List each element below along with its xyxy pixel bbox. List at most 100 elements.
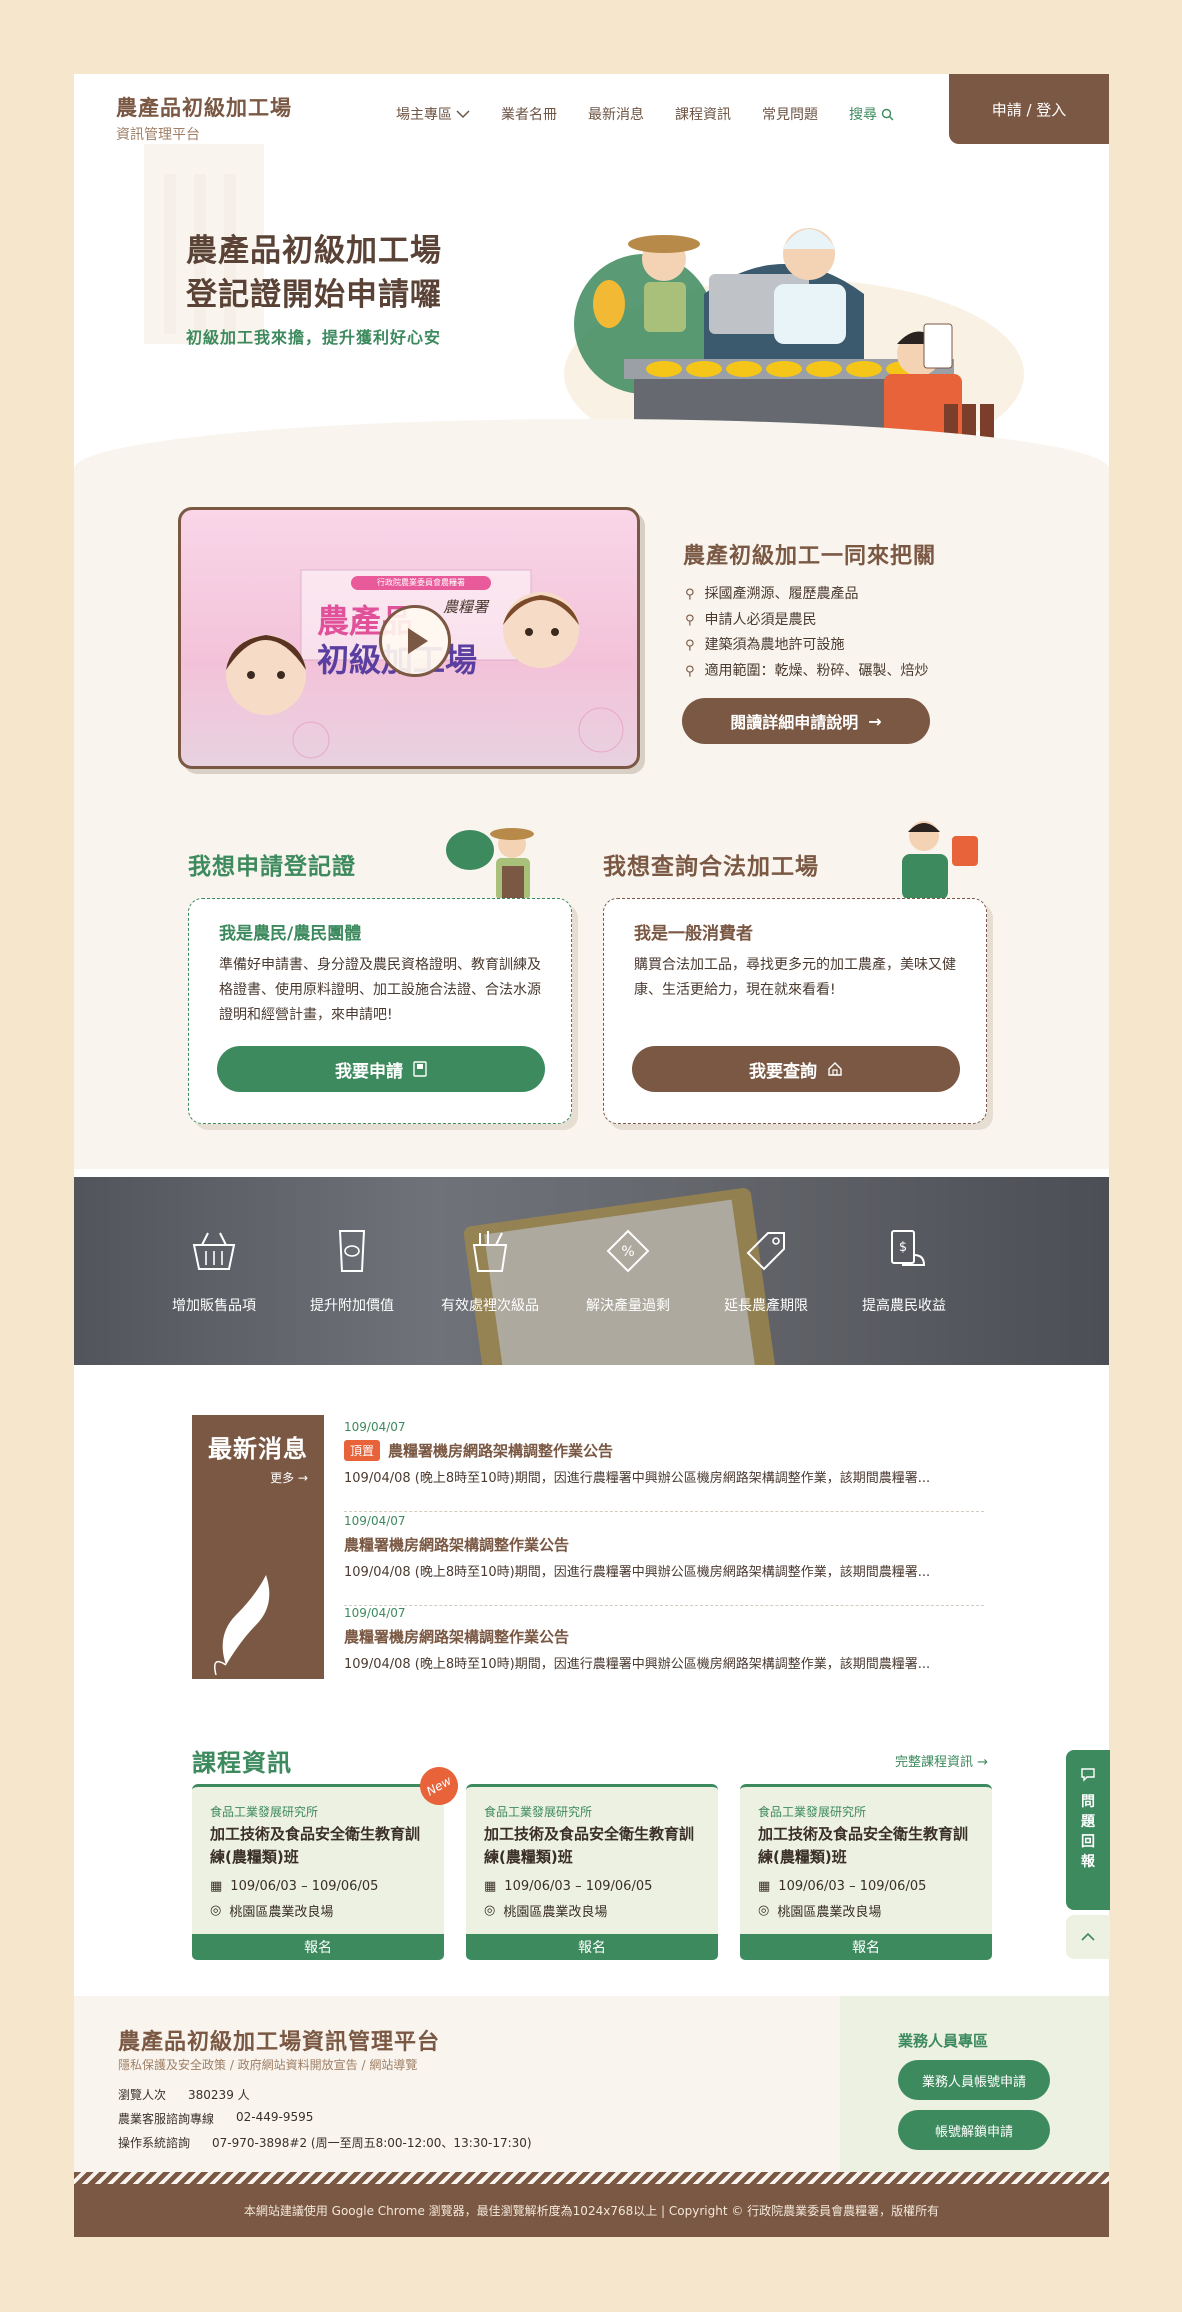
course-date: 109/06/03 – 109/06/05 <box>230 1879 379 1894</box>
logo-title: 農產品初級加工場 <box>116 96 292 120</box>
footer-links[interactable]: 隱私保護及安全政策 / 政府網站資料開放宣告 / 網站導覽 <box>118 2056 417 2073</box>
benefit-label: 增加販售品項 <box>172 1298 256 1314</box>
nav-item-faq[interactable]: 常見問題 <box>762 104 818 124</box>
location-icon: ◎ <box>210 1903 222 1918</box>
info-text: 申請人必須是農民 <box>704 611 817 628</box>
course-place-row: ◎ 桃園區農業改良場 <box>210 1901 333 1920</box>
search-icon <box>881 108 894 120</box>
calendar-icon: ▦ <box>210 1879 223 1894</box>
course-name: 加工技術及食品安全衛生教育訓練(農糧類)班 <box>210 1825 421 1866</box>
news-item[interactable]: 109/04/07 農糧署機房網路架構調整作業公告 109/04/08 (晚上8… <box>344 1604 984 1698</box>
report-issue-button[interactable]: 問 題 回 報 <box>1066 1750 1110 1910</box>
course-card[interactable]: 食品工業發展研究所 加工技術及食品安全衛生教育訓練(農糧類)班 ▦ 109/06/… <box>466 1784 718 1960</box>
home-icon <box>828 1062 842 1076</box>
news-date: 109/04/07 <box>344 1514 406 1528</box>
course-organizer: 食品工業發展研究所 <box>484 1805 593 1819</box>
new-badge: New <box>413 1760 465 1812</box>
benefit-label: 解決產量過剩 <box>586 1298 670 1314</box>
read-details-label: 閱讀詳細申請說明 <box>730 713 859 732</box>
page: 農產品初級加工場 資訊管理平台 場主專區 業者名冊 最新消息 課程資訊 常見問題… <box>74 74 1109 2237</box>
courses-title: 課程資訊 <box>192 1749 292 1777</box>
query-button[interactable]: 我要查詢 <box>632 1046 960 1092</box>
svg-text:%: % <box>621 1244 634 1260</box>
location-icon: ◎ <box>758 1903 770 1918</box>
hotline-label: 農業客服諮詢專線 <box>118 2112 215 2126</box>
register-button[interactable]: 報名 <box>740 1934 992 1960</box>
course-place: 桃園區農業改良場 <box>777 1905 882 1920</box>
play-icon <box>408 628 428 654</box>
query-card-text: 購買合法加工品，尋找更多元的加工農產，美味又健康、生活更給力，現在就來看看! <box>634 957 956 998</box>
chevron-up-icon <box>1081 1932 1095 1941</box>
read-details-button[interactable]: 閱讀詳細申請說明 → <box>682 698 930 744</box>
query-heading: 我想查詢合法加工場 <box>603 854 819 880</box>
intro-video[interactable]: 行政院農業委員會農糧署 農產品 初級加工場 農糧署 <box>178 507 640 769</box>
staff-zone: 業務人員專區 業務人員帳號申請 帳號解鎖申請 <box>840 1996 1109 2172</box>
courses-more-link[interactable]: 完整課程資訊 → <box>895 1751 988 1770</box>
hotline-value: 02-449-9595 <box>236 2110 314 2124</box>
benefit-item: 有效處裡次級品 <box>430 1225 550 1315</box>
register-button[interactable]: 報名 <box>466 1934 718 1960</box>
course-card[interactable]: 食品工業發展研究所 加工技術及食品安全衛生教育訓練(農糧類)班 ▦ 109/06/… <box>740 1784 992 1960</box>
course-card[interactable]: New 食品工業發展研究所 加工技術及食品安全衛生教育訓練(農糧類)班 ▦ 109… <box>192 1760 465 1960</box>
chevron-down-icon <box>456 110 470 119</box>
news-headline: 頂置 農糧署機房網路架構調整作業公告 <box>344 1440 984 1461</box>
news-date: 109/04/07 <box>344 1606 406 1620</box>
support-label: 操作系統諮詢 <box>118 2136 191 2150</box>
location-icon: ◎ <box>484 1903 496 1918</box>
nav-label: 搜尋 <box>849 107 877 123</box>
footer-stripe <box>74 2172 1109 2184</box>
news-title: 最新消息 <box>208 1435 308 1463</box>
nav-label: 場主專區 <box>396 107 452 123</box>
info-list-item: ⚲ 適用範圍：乾燥、粉碎、碾製、焙炒 <box>685 659 929 685</box>
account-unlock-button[interactable]: 帳號解鎖申請 <box>898 2110 1050 2150</box>
visitor-count-row: 瀏覽人次 380239 人 <box>118 2086 250 2103</box>
report-char: 回 <box>1081 1834 1095 1850</box>
visitor-label: 瀏覽人次 <box>118 2088 167 2102</box>
nav-item-directory[interactable]: 業者名冊 <box>501 104 557 124</box>
report-char: 問 <box>1081 1794 1095 1810</box>
news-description: 109/04/08 (晚上8時至10時)期間，因進行農糧署中興辦公區機房網路架構… <box>344 1471 931 1486</box>
pin-icon: ⚲ <box>685 587 695 602</box>
news-item[interactable]: 109/04/07 頂置 農糧署機房網路架構調整作業公告 109/04/08 (晚… <box>344 1418 984 1512</box>
play-button[interactable] <box>379 605 451 677</box>
news-more-link[interactable]: 更多 → <box>270 1469 308 1486</box>
news-date: 109/04/07 <box>344 1420 406 1434</box>
info-text: 建築須為農地許可設施 <box>704 637 845 653</box>
query-card-subtitle: 我是一般消費者 <box>634 924 753 944</box>
nav-label: 課程資訊 <box>675 107 731 123</box>
staff-title: 業務人員專區 <box>898 2032 989 2050</box>
apply-button-label: 我要申請 <box>335 1061 403 1082</box>
hotline-row: 農業客服諮詢專線 02-449-9595 <box>118 2110 313 2127</box>
basket-icon <box>192 1232 236 1270</box>
course-date: 109/06/03 – 109/06/05 <box>504 1879 653 1894</box>
nav-label: 業者名冊 <box>501 107 557 123</box>
staff-account-apply-button[interactable]: 業務人員帳號申請 <box>898 2060 1050 2100</box>
nav-item-search[interactable]: 搜尋 <box>849 104 894 124</box>
farmer-girl-illustration <box>446 828 534 900</box>
money-hand-icon: $ <box>891 1230 926 1266</box>
apply-button[interactable]: 我要申請 <box>217 1046 545 1092</box>
news-description: 109/04/08 (晚上8時至10時)期間，因進行農糧署中興辦公區機房網路架構… <box>344 1565 931 1580</box>
benefits-band: 增加販售品項 提升附加價值 有效處裡次級品 % 解決產量過剩 延長農產期限 $ … <box>74 1177 1109 1365</box>
course-name: 加工技術及食品安全衛生教育訓練(農糧類)班 <box>758 1825 969 1866</box>
benefit-label: 提高農民收益 <box>862 1298 946 1314</box>
nav-label: 最新消息 <box>588 107 644 123</box>
course-place-row: ◎ 桃園區農業改良場 <box>758 1901 881 1920</box>
register-button[interactable]: 報名 <box>192 1934 444 1960</box>
nav-item-owner-zone[interactable]: 場主專區 <box>396 104 470 124</box>
benefit-item: % 解決產量過剩 <box>568 1225 688 1315</box>
courses-more-label: 完整課程資訊 <box>894 1755 973 1770</box>
hero-title: 農產品初級加工場 登記證開始申請囉 <box>186 229 442 317</box>
news-description: 109/04/08 (晚上8時至10時)期間，因進行農糧署中興辦公區機房網路架構… <box>344 1657 931 1672</box>
info-text: 適用範圍：乾燥、粉碎、碾製、焙炒 <box>704 662 929 679</box>
package-icon <box>338 1230 366 1272</box>
course-organizer: 食品工業發展研究所 <box>210 1805 319 1819</box>
arrow-right-icon: → <box>868 711 882 731</box>
nav-item-courses[interactable]: 課程資訊 <box>675 104 731 124</box>
news-item[interactable]: 109/04/07 農糧署機房網路架構調整作業公告 109/04/08 (晚上8… <box>344 1512 984 1606</box>
pin-icon: ⚲ <box>685 663 695 679</box>
back-to-top-button[interactable] <box>1066 1915 1110 1959</box>
info-list-item: ⚲ 申請人必須是農民 <box>685 608 929 634</box>
nav-item-news[interactable]: 最新消息 <box>588 104 644 124</box>
login-button[interactable]: 申請 / 登入 <box>949 74 1109 144</box>
